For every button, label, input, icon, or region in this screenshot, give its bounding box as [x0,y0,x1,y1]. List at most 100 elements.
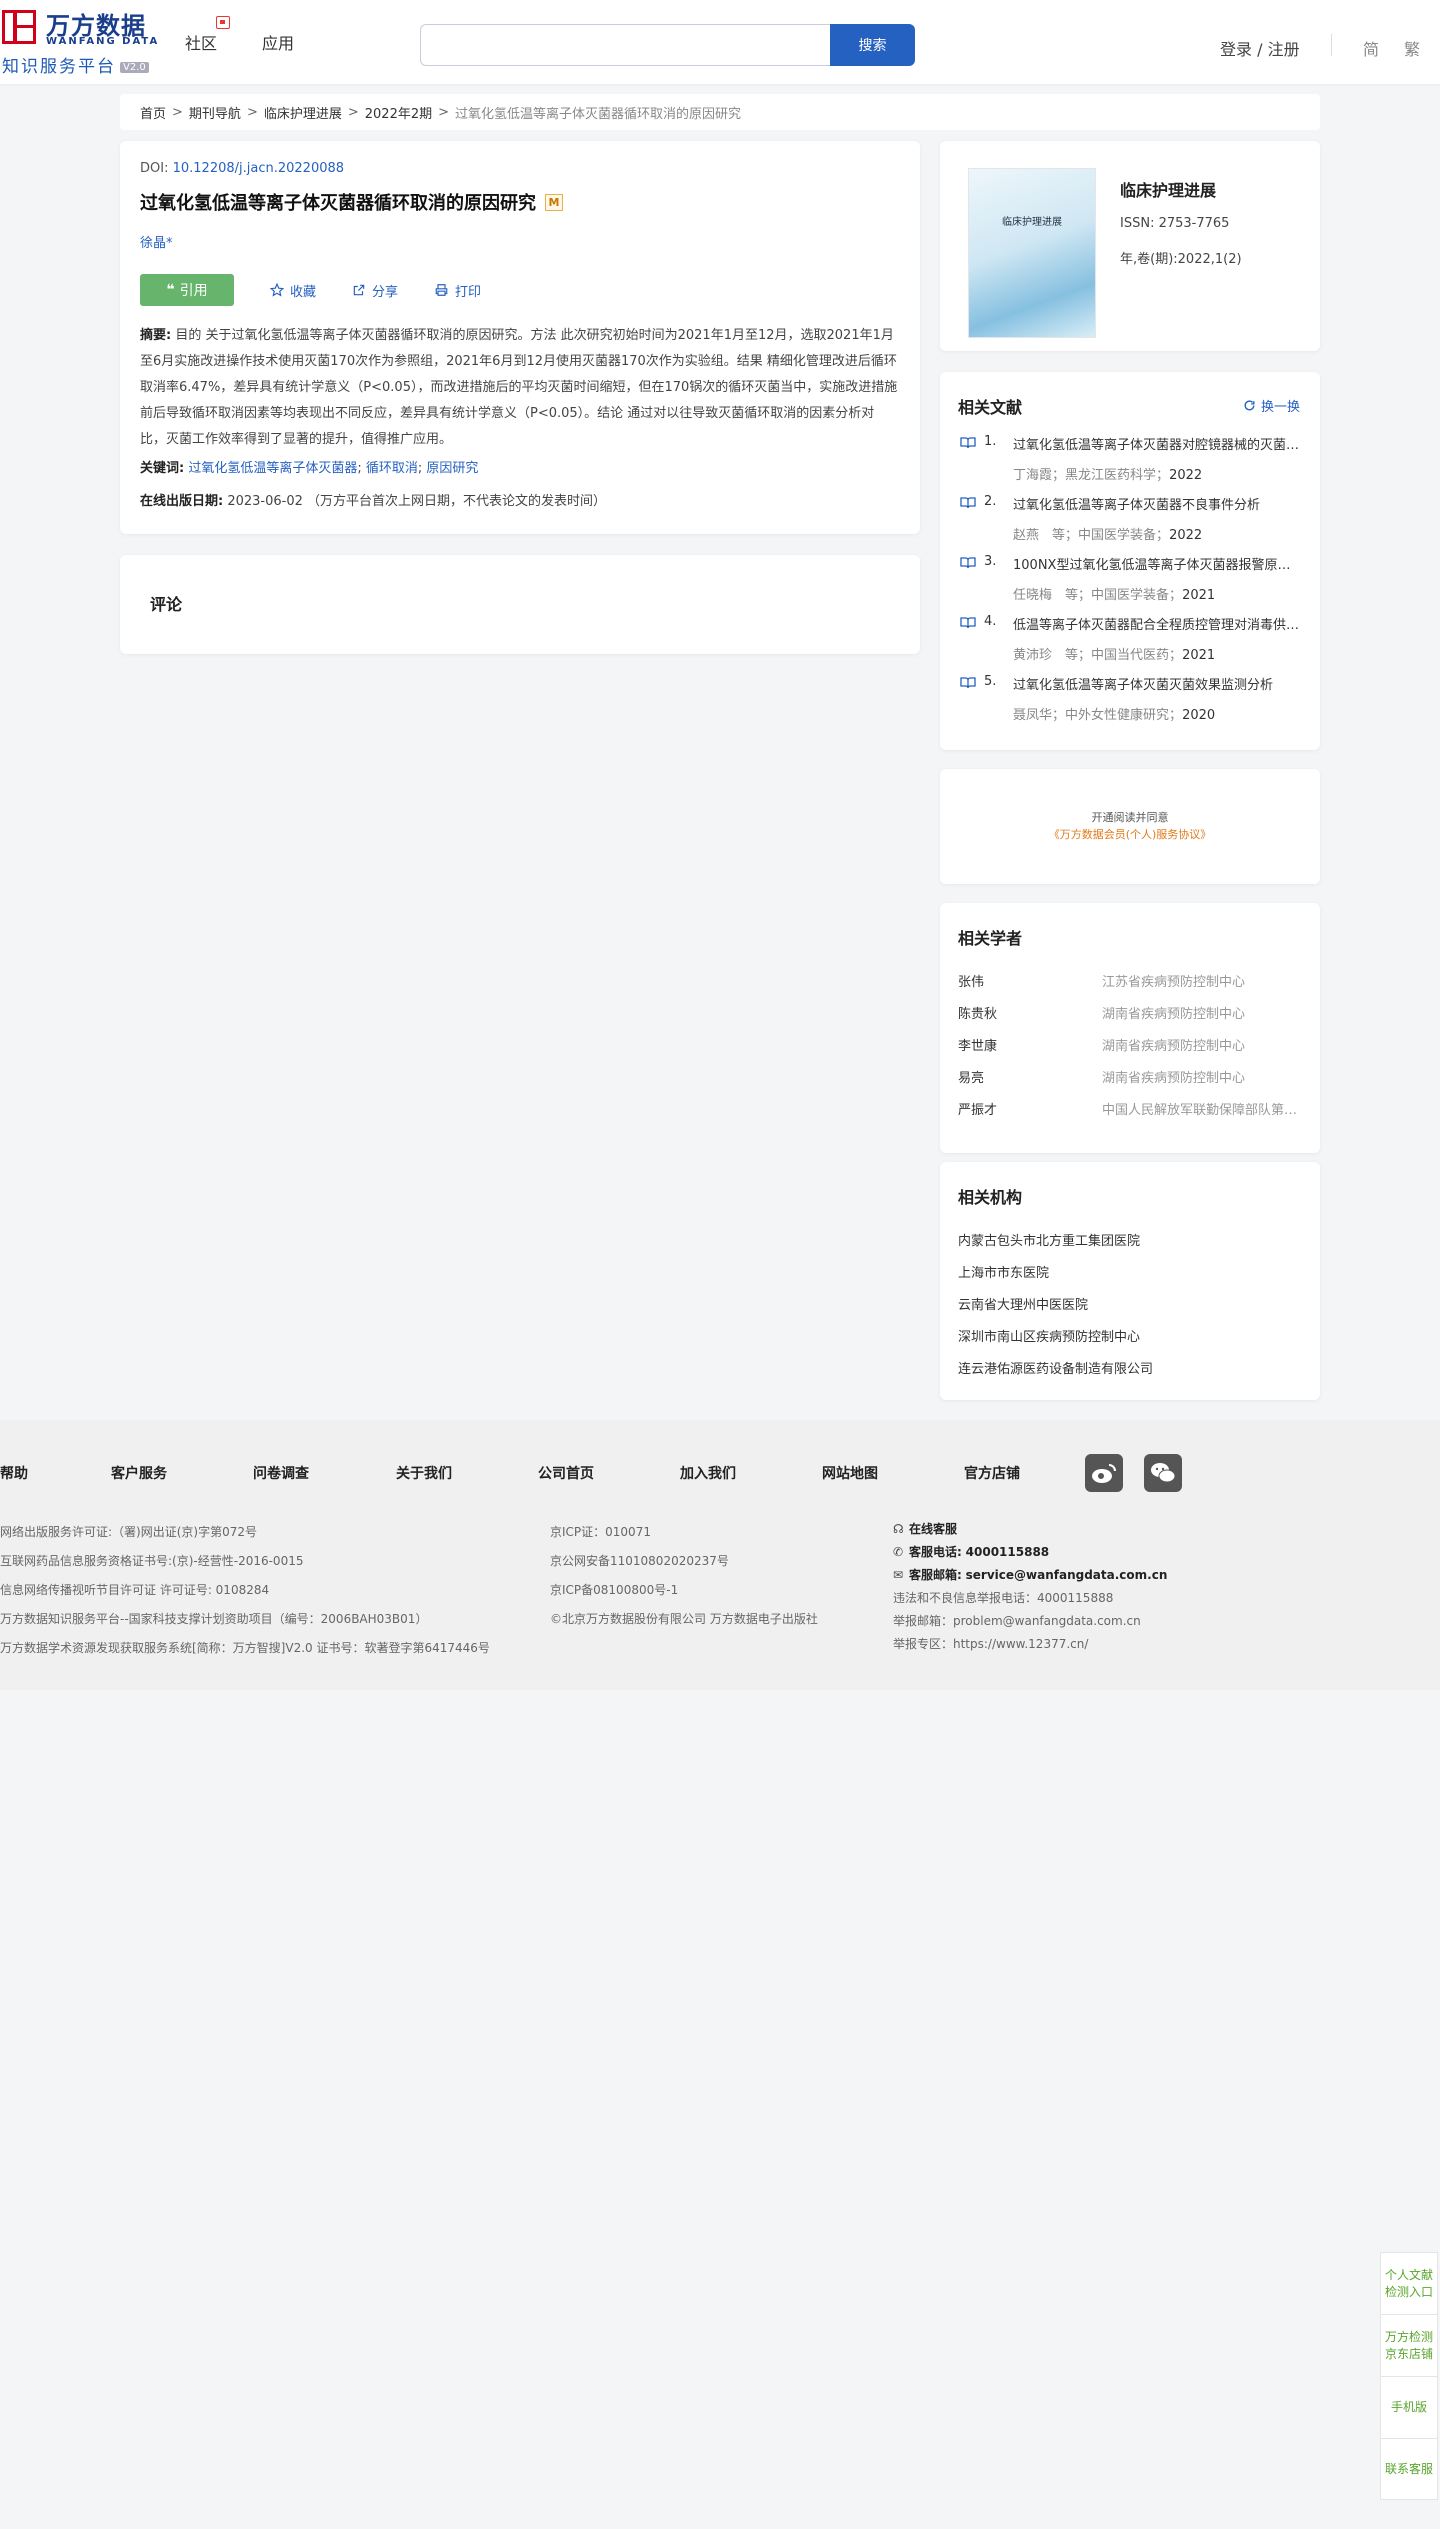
related-item[interactable]: 2. 过氧化氢低温等离子体灭菌器不良事件分析 赵燕 等；中国医学装备；2022 [958,492,1302,552]
footer-sitemap[interactable]: 网站地图 [822,1463,878,1483]
related-item[interactable]: 5. 过氧化氢低温等离子体灭菌灭菌效果监测分析 聂凤华；中外女性健康研究；2020 [958,672,1302,732]
doi-link[interactable]: 10.12208/j.jacn.20220088 [173,161,344,176]
related-orgs-card: 相关机构 内蒙古包头市北方重工集团医院 上海市市东医院 云南省大理州中医医院 深圳市南… [940,1162,1320,1400]
footer-official-store[interactable]: 官方店铺 [964,1463,1020,1483]
related-source: 中外女性健康研究 [1065,708,1170,723]
version-badge: V2.0 [120,62,149,73]
breadcrumb-issue[interactable]: 2022年2期 [365,103,432,122]
scholar-row[interactable]: 易亮 湖南省疾病预防控制中心 [958,1067,1302,1099]
weibo-icon[interactable] [1085,1454,1123,1492]
login-register-link[interactable]: 登录 / 注册 [1220,36,1300,60]
nav-apps[interactable]: 应用 [262,30,294,54]
related-meta: 黄沛珍 等；中国当代医药；2021 [1013,648,1216,663]
related-title-link[interactable]: 过氧化氢低温等离子体灭菌器对腔镜器械的灭菌效果观察 [1013,434,1303,453]
journal-card: 临床护理进展 临床护理进展 ISSN: 2753-7765 年,卷(期):202… [940,141,1320,351]
org-row[interactable]: 云南省大理州中医医院 [958,1294,1302,1326]
print-button[interactable]: 打印 [434,281,481,300]
email-label: 客服邮箱: [909,1568,962,1582]
scholar-org: 江苏省疾病预防控制中心 [1102,975,1246,990]
scholar-name[interactable]: 易亮 [958,1067,984,1086]
float-jd-store[interactable]: 万方检测京东店铺 [1380,2314,1438,2376]
footer-company-home[interactable]: 公司首页 [538,1463,594,1483]
related-title-link[interactable]: 过氧化氢低温等离子体灭菌灭菌效果监测分析 [1013,674,1303,693]
icp-line[interactable]: ©北京万方数据股份有限公司 万方数据电子出版社 [550,1605,818,1634]
breadcrumb-journal-nav[interactable]: 期刊导航 [189,103,241,122]
related-authors: 赵燕 等 [1013,528,1066,543]
related-source: 黑龙江医药科学 [1065,468,1157,483]
breadcrumb-home[interactable]: 首页 [140,103,166,122]
related-source: 中国当代医药 [1091,648,1170,663]
mail-icon: ✉ [893,1568,904,1582]
scholar-row[interactable]: 张伟 江苏省疾病预防控制中心 [958,971,1302,1003]
scholar-name[interactable]: 张伟 [958,971,984,990]
search-button[interactable]: 搜索 [830,24,915,66]
footer-survey[interactable]: 问卷调查 [253,1463,309,1483]
service-email: ✉ 客服邮箱: service@wanfangdata.com.cn [893,1564,1167,1587]
keyword-link[interactable]: 原因研究 [426,461,478,476]
scholar-org: 湖南省疾病预防控制中心 [1102,1007,1246,1022]
org-row[interactable]: 连云港佑源医药设备制造有限公司 [958,1358,1302,1390]
footer-customer-service[interactable]: 客户服务 [111,1463,167,1483]
vol-value: 2022,1(2) [1177,252,1242,267]
scholar-row[interactable]: 严振才 中国人民解放军联勤保障部队第九二一医院 [958,1099,1302,1131]
footer-help[interactable]: 帮助 [0,1463,28,1483]
footer-join[interactable]: 加入我们 [680,1463,736,1483]
orgs-list: 内蒙古包头市北方重工集团医院 上海市市东医院 云南省大理州中医医院 深圳市南山区疾病预… [958,1230,1302,1390]
email-value[interactable]: service@wanfangdata.com.cn [966,1568,1168,1582]
icp-line[interactable]: 京ICP备08100800号-1 [550,1576,818,1605]
article-title-row: 过氧化氢低温等离子体灭菌器循环取消的原因研究 M [140,189,900,215]
related-item[interactable]: 4. 低温等离子体灭菌器配合全程质控管理对消毒供应中心的影响黄沛珍 等；中国当代医… [958,612,1303,672]
scholar-name[interactable]: 陈贵秋 [958,1003,997,1022]
lang-simplified[interactable]: 简 [1363,36,1379,60]
wanfang-logo[interactable]: 万方数据 WANFANG DATA 知识服务平台 V2.0 [0,6,160,77]
refresh-button[interactable]: 换一换 [1243,396,1300,415]
community-badge-icon [216,16,230,29]
journal-name[interactable]: 临床护理进展 [1120,177,1216,201]
org-row[interactable]: 内蒙古包头市北方重工集团医院 [958,1230,1302,1262]
related-title-link[interactable]: 过氧化氢低温等离子体灭菌器不良事件分析 [1013,494,1303,513]
scholar-name[interactable]: 李世康 [958,1035,997,1054]
agreement-text: 开通阅读并同意 [1091,811,1169,824]
collect-button[interactable]: 收藏 [270,281,316,300]
share-button[interactable]: 分享 [352,281,398,300]
float-contact[interactable]: 联系客服 [1380,2438,1438,2500]
related-list: 1. 过氧化氢低温等离子体灭菌器对腔镜器械的灭菌效果观察丁海霞；黑龙江医药科学；2… [958,432,1303,732]
scholar-org: 中国人民解放军联勤保障部队第九二一医院 [1102,1103,1302,1118]
related-title-link[interactable]: 低温等离子体灭菌器配合全程质控管理对消毒供应中心的影响 [1013,614,1303,633]
org-row[interactable]: 深圳市南山区疾病预防控制中心 [958,1326,1302,1358]
keyword-link[interactable]: 过氧化氢低温等离子体灭菌器 [188,461,357,476]
agreement-link[interactable]: 《万方数据会员(个人)服务协议》 [1049,828,1212,841]
keyword-link[interactable]: 循环取消 [366,461,418,476]
related-item[interactable]: 1. 过氧化氢低温等离子体灭菌器对腔镜器械的灭菌效果观察丁海霞；黑龙江医药科学；2… [958,432,1303,492]
nav-community[interactable]: 社区 [185,30,217,54]
book-icon [960,557,976,569]
search-input[interactable] [420,24,830,66]
footer-about[interactable]: 关于我们 [396,1463,452,1483]
logo-mark-icon [2,10,36,44]
author-link[interactable]: 徐晶* [140,232,900,251]
online-service[interactable]: ☊ 在线客服 [893,1518,1167,1541]
icp-line[interactable]: 京ICP证：010071 [550,1518,818,1547]
doi-label: DOI: [140,161,169,176]
scholar-row[interactable]: 李世康 湖南省疾病预防控制中心 [958,1035,1302,1067]
related-authors: 任晓梅 等 [1013,588,1079,603]
org-row[interactable]: 上海市市东医院 [958,1262,1302,1294]
related-year: 2021 [1182,588,1216,603]
cite-button[interactable]: ❝ 引用 [140,274,234,306]
lang-traditional[interactable]: 繁 [1404,36,1420,60]
scholar-name[interactable]: 严振才 [958,1099,997,1118]
icp-line[interactable]: 京公网安备11010802020237号 [550,1547,818,1576]
related-authors: 黄沛珍 等 [1013,648,1079,663]
logo-en-text: WANFANG DATA [46,36,160,47]
float-plagiarism-check[interactable]: 个人文献检测入口 [1380,2252,1438,2314]
journal-cover[interactable]: 临床护理进展 [968,168,1096,338]
related-title-link[interactable]: 100NX型过氧化氢低温等离子体灭菌器报警原因分析 [1013,554,1303,573]
float-mobile[interactable]: 手机版 [1380,2376,1438,2438]
wechat-icon[interactable] [1144,1454,1182,1492]
license-line: 万方数据学术资源发现获取服务系统[简称：万方智搜]V2.0 证书号：软著登字第6… [0,1641,490,1655]
article-actions: ❝ 引用 收藏 分享 打印 [140,273,900,307]
report-zone[interactable]: 举报专区：https://www.12377.cn/ [893,1633,1167,1656]
scholar-row[interactable]: 陈贵秋 湖南省疾病预防控制中心 [958,1003,1302,1035]
related-item[interactable]: 3. 100NX型过氧化氢低温等离子体灭菌器报警原因分析 任晓梅 等；中国医学装备；… [958,552,1303,612]
breadcrumb-journal[interactable]: 临床护理进展 [264,103,342,122]
